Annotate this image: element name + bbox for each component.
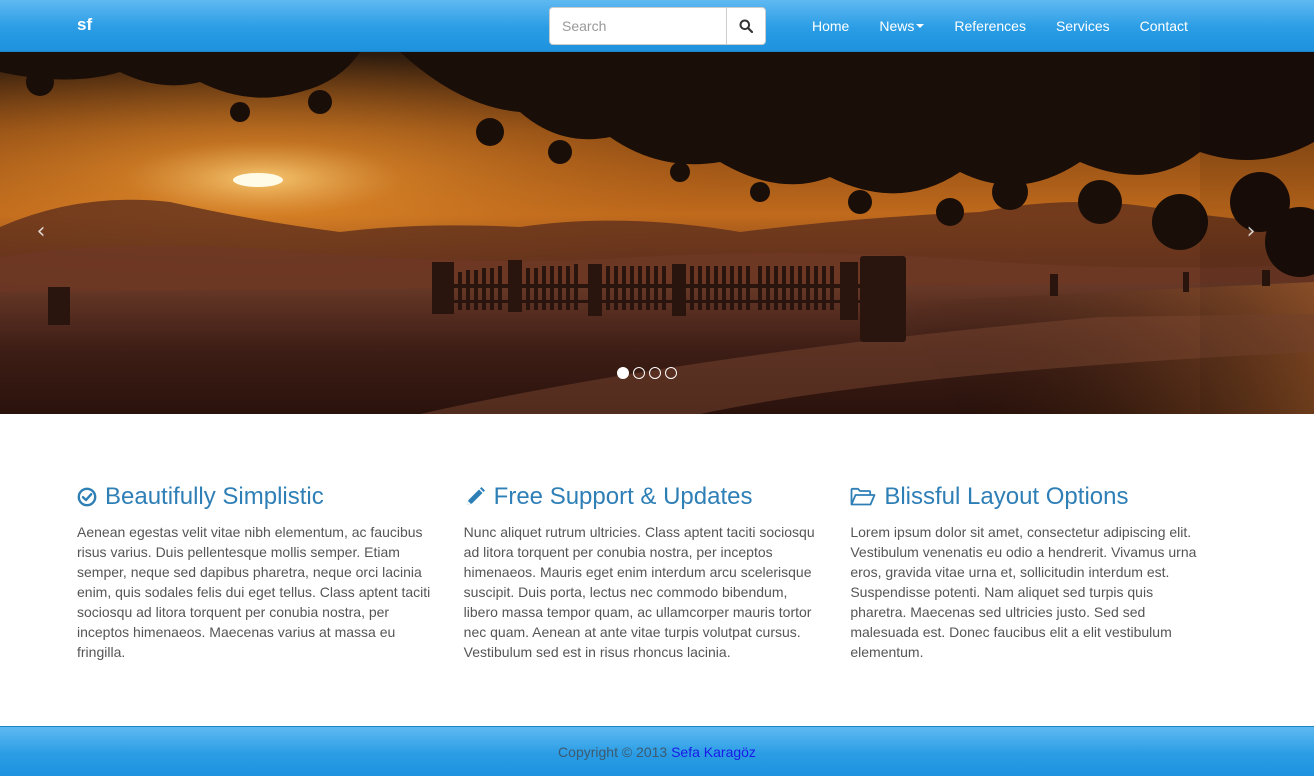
nav-contact-label: Contact (1139, 18, 1188, 34)
search-form (549, 7, 766, 45)
nav-news-dropdown[interactable]: News (864, 0, 939, 52)
navbar: sf Home News References Services Contact (0, 0, 1314, 52)
caret-down-icon (916, 24, 925, 28)
footer: Copyright © 2013 Sefa Karagöz (0, 726, 1314, 776)
carousel-prev-button[interactable]: ‹ (21, 212, 61, 252)
feature-title: Free Support & Updates (493, 483, 753, 510)
feature-title: Beautifully Simplistic (105, 483, 324, 510)
carousel-indicators (617, 367, 677, 379)
feature-title: Blissful Layout Options (884, 483, 1129, 510)
nav-home[interactable]: Home (797, 0, 864, 52)
search-input[interactable] (549, 7, 726, 45)
nav-references[interactable]: References (939, 0, 1041, 52)
nav-references-label: References (954, 18, 1026, 34)
carousel-indicator[interactable] (617, 367, 629, 379)
check-circle-icon (77, 487, 97, 507)
carousel-indicator[interactable] (633, 367, 645, 379)
nav-home-label: Home (812, 18, 850, 34)
feature-text: Nunc aliquet rutrum ultricies. Class apt… (463, 524, 815, 660)
nav-services[interactable]: Services (1041, 0, 1125, 52)
feature-column: Free Support & Updates Nunc aliquet rutr… (464, 482, 851, 662)
folder-open-icon (850, 487, 876, 506)
search-button[interactable] (726, 7, 766, 45)
pencil-icon (466, 487, 485, 505)
feature-text: Lorem ipsum dolor sit amet, consectetur … (850, 524, 1197, 660)
feature-column: Blissful Layout Options Lorem ipsum dolo… (850, 482, 1237, 662)
feature-heading: Blissful Layout Options (850, 482, 1207, 512)
brand-logo[interactable]: sf (77, 15, 92, 35)
feature-heading: Beautifully Simplistic (77, 482, 434, 512)
search-icon (739, 19, 753, 33)
hero-carousel: ‹ › (0, 52, 1314, 414)
nav-services-label: Services (1055, 18, 1110, 34)
carousel-indicator[interactable] (665, 367, 677, 379)
carousel-slide-image (0, 52, 1314, 414)
features-section: Beautifully Simplistic Aenean egestas ve… (77, 482, 1237, 662)
carousel-next-button[interactable]: › (1231, 212, 1271, 252)
feature-text: Aenean egestas velit vitae nibh elementu… (77, 524, 431, 660)
author-link[interactable]: Sefa Karagöz (671, 744, 756, 760)
feature-heading: Free Support & Updates (464, 482, 821, 512)
nav-news-label: News (879, 18, 915, 34)
carousel-indicator[interactable] (649, 367, 661, 379)
copyright-text: Copyright © 2013 (558, 744, 672, 760)
main-nav: Home News References Services Contact (797, 0, 1203, 52)
feature-column: Beautifully Simplistic Aenean egestas ve… (77, 482, 464, 662)
nav-contact[interactable]: Contact (1125, 0, 1203, 52)
